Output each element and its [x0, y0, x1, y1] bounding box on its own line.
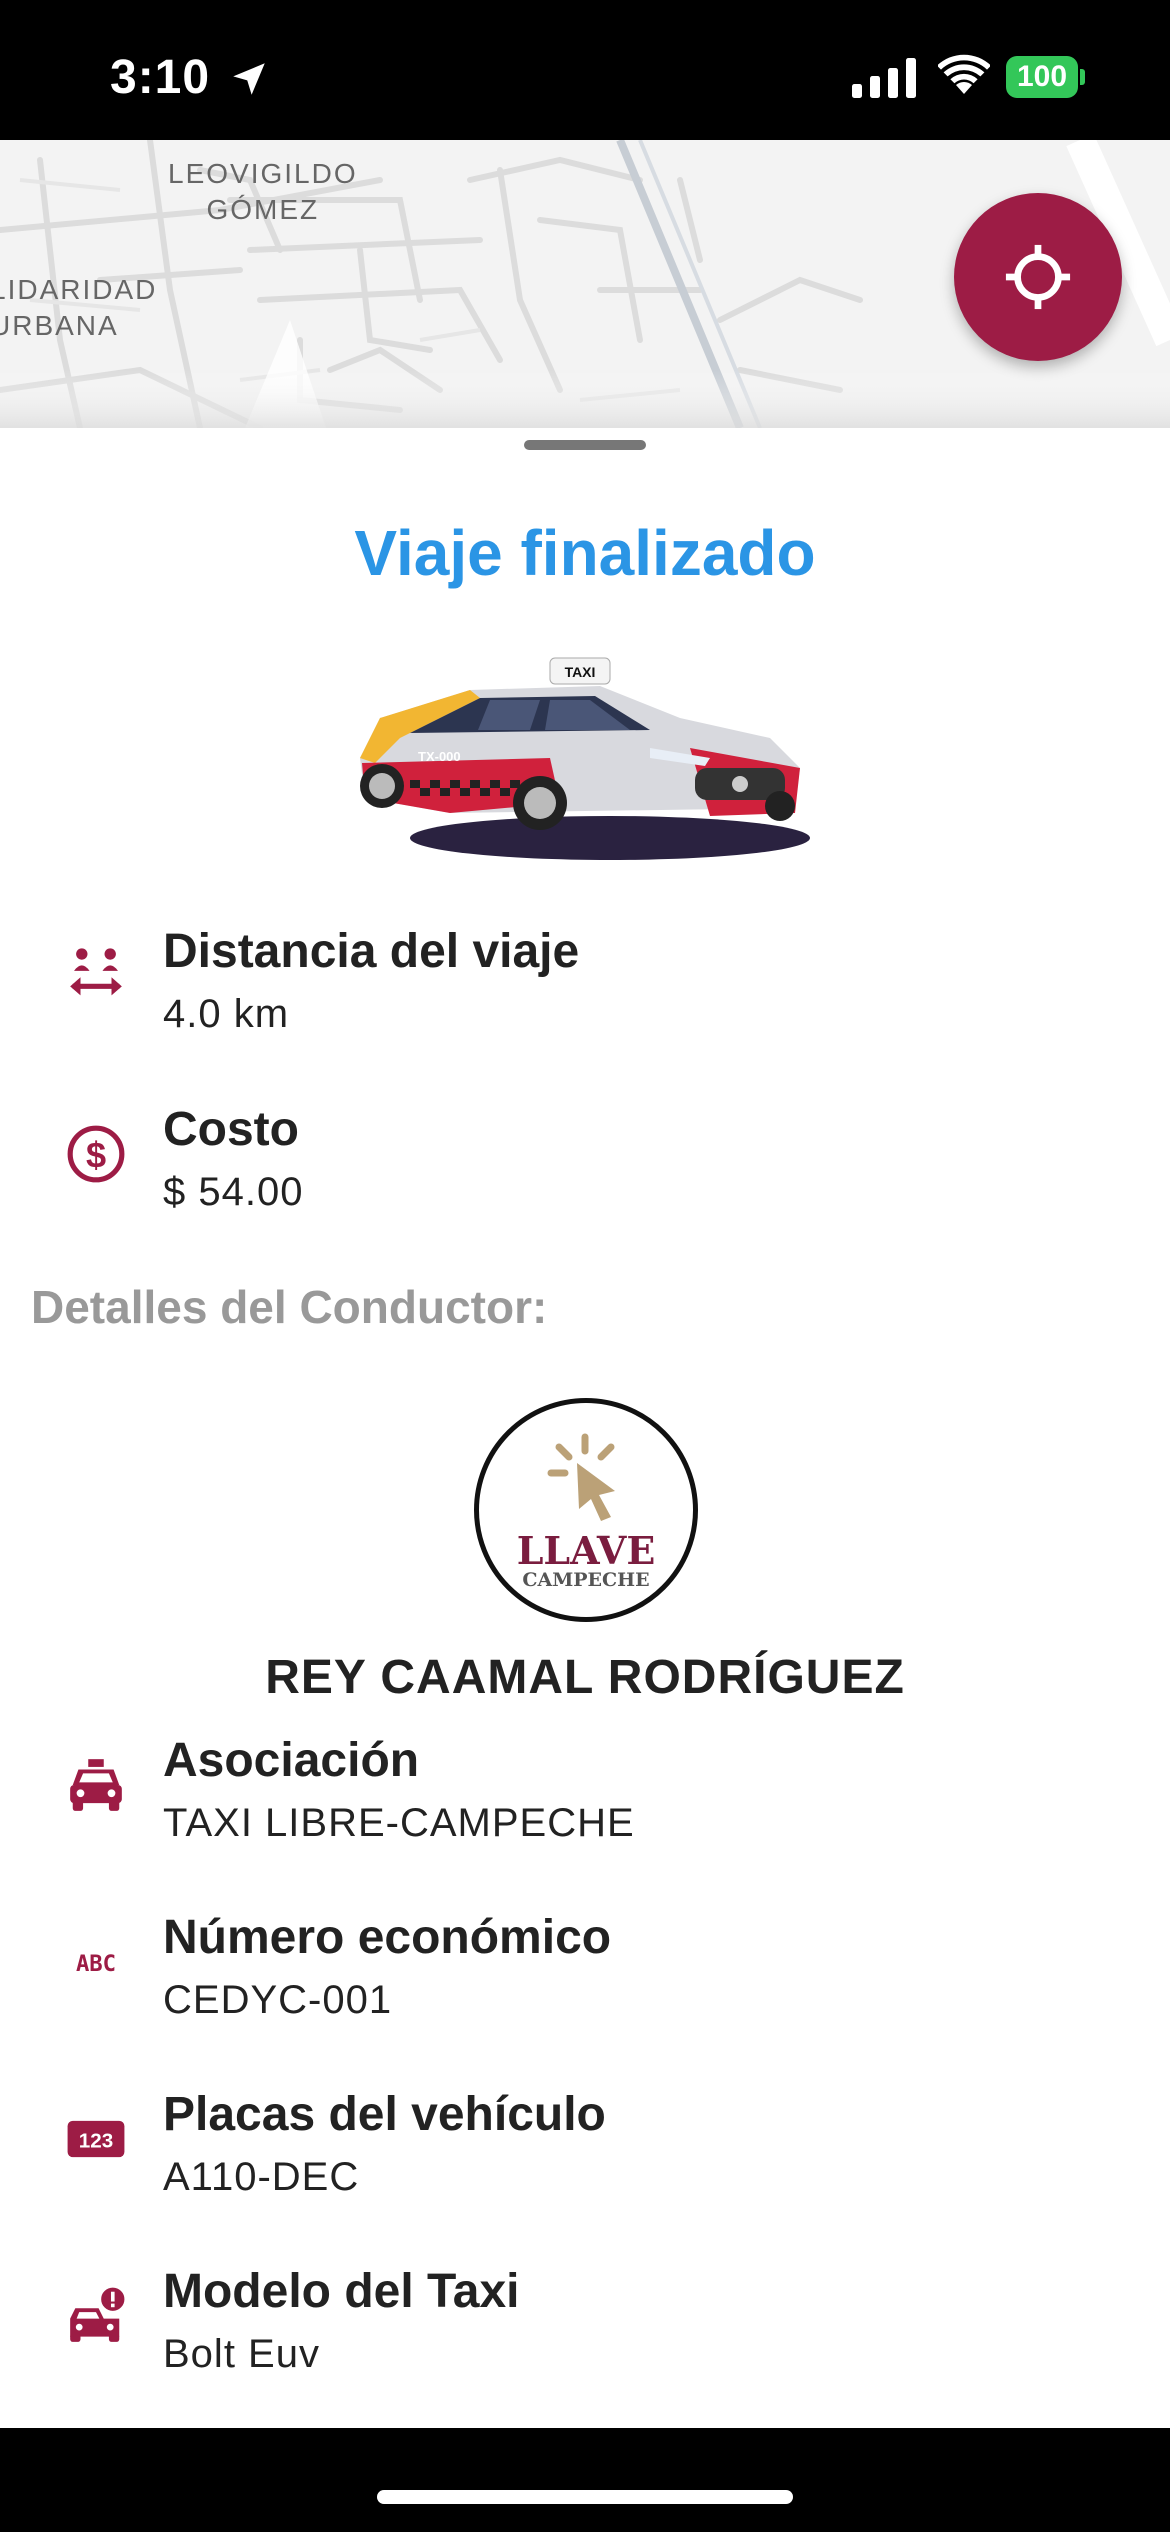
car-alert-icon — [64, 2284, 128, 2348]
location-arrow-icon — [233, 63, 265, 95]
crosshair-icon — [1005, 244, 1071, 310]
status-bar: 3:10 100 — [0, 0, 1170, 140]
trip-distance-label: Distancia del viaje — [163, 925, 580, 978]
cellular-signal-icon — [852, 58, 916, 98]
recenter-location-button[interactable] — [954, 193, 1122, 361]
taxi-icon — [64, 1753, 128, 1817]
dollar-circle-icon: $ — [64, 1122, 128, 1186]
taxi-model-row: Modelo del Taxi Bolt Euv — [0, 2264, 1170, 2414]
trip-cost-label: Costo — [163, 1103, 299, 1156]
plates-row: 123 Placas del vehículo A110-DEC — [0, 2087, 1170, 2237]
association-label: Asociación — [163, 1734, 420, 1787]
logo-campeche-text: CAMPECHE — [522, 1569, 650, 1591]
battery-level: 100 — [1006, 56, 1078, 98]
home-indicator[interactable] — [377, 2490, 793, 2504]
association-row: Asociación TAXI LIBRE-CAMPECHE — [0, 1733, 1170, 1883]
abc-icon-text: ABC — [76, 1951, 116, 1977]
123-icon-text: 123 — [79, 2130, 113, 2153]
trip-distance-value: 4.0 km — [163, 992, 290, 1036]
distance-icon — [64, 944, 128, 1008]
plates-value: A110-DEC — [163, 2155, 360, 2199]
taxi-roof-sign: TAXI — [565, 664, 596, 680]
trip-summary-sheet: Viaje finalizado TAXI TX-000 Distancia d… — [0, 428, 1170, 2428]
taxi-model-label: Modelo del Taxi — [163, 2265, 520, 2318]
cursor-click-icon — [547, 1433, 615, 1521]
taxi-door-number: TX-000 — [418, 749, 461, 764]
driver-section-title: Detalles del Conductor: — [31, 1281, 548, 1333]
taxi-illustration: TAXI TX-000 — [360, 657, 810, 860]
driver-avatar-logo: LLAVE CAMPECHE — [474, 1398, 698, 1622]
trip-cost-value: $ 54.00 — [163, 1170, 304, 1214]
trip-cost-row: $ Costo $ 54.00 — [0, 1102, 1170, 1252]
wifi-icon — [938, 54, 990, 94]
trip-status-title: Viaje finalizado — [354, 517, 816, 589]
taxi-model-value: Bolt Euv — [163, 2332, 320, 2376]
svg-text:$: $ — [86, 1134, 106, 1175]
driver-name: REY CAAMAL RODRÍGUEZ — [265, 1651, 905, 1704]
status-time: 3:10 — [110, 51, 211, 104]
association-value: TAXI LIBRE-CAMPECHE — [163, 1801, 635, 1845]
plates-label: Placas del vehículo — [163, 2088, 606, 2141]
battery-icon: 100 — [1006, 56, 1085, 98]
trip-distance-row: Distancia del viaje 4.0 km — [0, 924, 1170, 1074]
map-label-solidaridad: LIDARIDAD URBANA — [0, 274, 158, 341]
logo-llave-text: LLAVE — [516, 1528, 656, 1573]
economic-number-value: CEDYC-001 — [163, 1978, 393, 2022]
abc-icon: ABC — [64, 1930, 128, 1994]
economic-number-label: Número económico — [163, 1911, 612, 1964]
123-icon: 123 — [64, 2107, 128, 2171]
map-label-leovigildo: LEOVIGILDO GÓMEZ — [168, 158, 358, 225]
sheet-drag-handle[interactable] — [524, 440, 646, 450]
economic-number-row: ABC Número económico CEDYC-001 — [0, 1910, 1170, 2060]
